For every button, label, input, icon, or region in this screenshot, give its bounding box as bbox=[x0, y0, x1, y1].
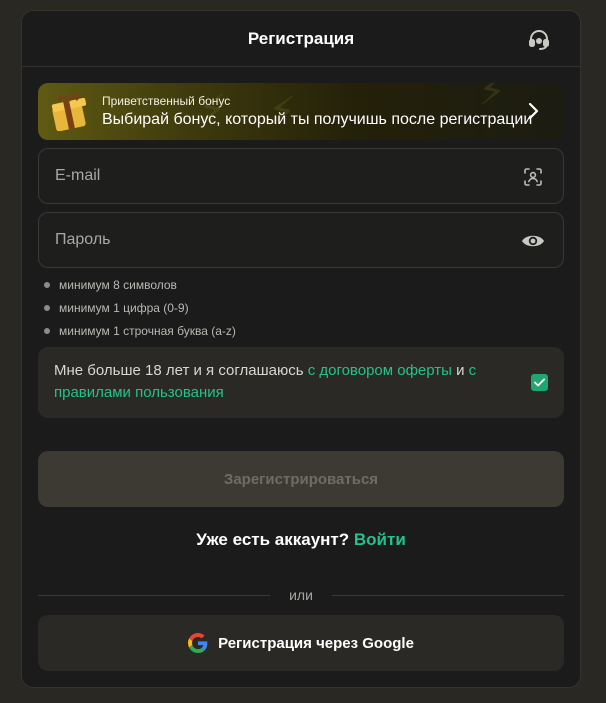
agreement-box: Мне больше 18 лет и я соглашаюсь с догов… bbox=[38, 347, 564, 418]
google-icon bbox=[188, 633, 208, 653]
agreement-text-part: Мне больше 18 лет и я соглашаюсь bbox=[54, 362, 308, 379]
email-field bbox=[38, 148, 564, 204]
bonus-subtitle: Приветственный бонус bbox=[102, 94, 231, 108]
password-requirement: минимум 1 строчная буква (a-z) bbox=[44, 324, 236, 338]
requirement-bullet bbox=[44, 305, 50, 311]
modal-title: Регистрация bbox=[247, 28, 355, 48]
chevron-right-icon bbox=[528, 102, 539, 120]
agreement-text: Мне больше 18 лет и я соглашаюсь с догов… bbox=[54, 360, 504, 404]
or-divider: или bbox=[38, 587, 564, 605]
requirement-text: минимум 8 символов bbox=[59, 278, 177, 292]
requirement-text: минимум 1 цифра (0-9) bbox=[59, 301, 189, 315]
gift-icon bbox=[51, 93, 87, 131]
support-button[interactable] bbox=[526, 26, 552, 52]
welcome-bonus-banner[interactable]: ⚡ ⚡ ⚡ Приветственный бонус Выбирай бонус… bbox=[38, 83, 564, 140]
requirement-bullet bbox=[44, 282, 50, 288]
register-button[interactable]: Зарегистрироваться bbox=[38, 451, 564, 507]
login-prompt-text: Уже есть аккаунт? bbox=[196, 530, 350, 549]
password-requirement: минимум 1 цифра (0-9) bbox=[44, 301, 189, 315]
checkmark-icon bbox=[534, 378, 545, 387]
google-button-label: Регистрация через Google bbox=[218, 634, 414, 652]
login-prompt: Уже есть аккаунт? Войти bbox=[22, 530, 580, 550]
agreement-text-part: и bbox=[451, 362, 469, 379]
bonus-description: Выбирай бонус, который ты получишь после… bbox=[102, 111, 533, 128]
email-input[interactable] bbox=[39, 167, 499, 185]
password-input[interactable] bbox=[39, 231, 499, 249]
modal-header: Регистрация bbox=[22, 11, 580, 67]
google-signup-button[interactable]: Регистрация через Google bbox=[38, 615, 564, 671]
headset-icon bbox=[529, 30, 549, 50]
face-scan-icon bbox=[524, 168, 542, 186]
agreement-checkbox[interactable] bbox=[531, 374, 548, 391]
password-field bbox=[38, 212, 564, 268]
password-requirement: минимум 8 символов bbox=[44, 278, 177, 292]
toggle-password-visibility[interactable] bbox=[521, 229, 545, 253]
registration-modal: Регистрация ⚡ ⚡ ⚡ Приветственный бонус В… bbox=[21, 10, 581, 688]
login-link[interactable]: Войти bbox=[354, 530, 406, 549]
requirement-text: минимум 1 строчная буква (a-z) bbox=[59, 324, 236, 338]
offer-agreement-link[interactable]: с договором оферты bbox=[308, 362, 452, 379]
eye-icon bbox=[522, 235, 544, 247]
requirement-bullet bbox=[44, 328, 50, 334]
divider-text: или bbox=[289, 587, 313, 603]
email-scan-button[interactable] bbox=[521, 165, 545, 189]
